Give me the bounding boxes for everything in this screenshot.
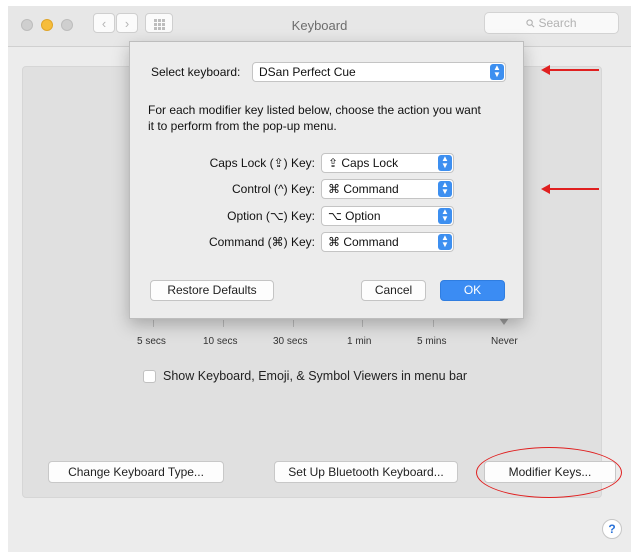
- slider-tick: [153, 320, 154, 327]
- red-arrow-annotation-middle: [541, 184, 599, 194]
- set-up-bluetooth-keyboard-button[interactable]: Set Up Bluetooth Keyboard...: [274, 461, 458, 483]
- search-placeholder: Search: [538, 16, 577, 30]
- slider-label-never: Never: [491, 336, 518, 347]
- cancel-button[interactable]: Cancel: [361, 280, 426, 301]
- slider-label-10-secs: 10 secs: [203, 336, 238, 347]
- slider-tick: [433, 320, 434, 327]
- caps-lock-key-label: Caps Lock (⇪) Key:: [209, 156, 315, 170]
- popup-arrows-icon: ▲ ▼: [438, 234, 452, 250]
- slider-label-5-mins: 5 mins: [417, 336, 447, 347]
- control-action-popup[interactable]: ⌘ Command ▲ ▼: [321, 179, 454, 199]
- caps-lock-action-value: ⇪ Caps Lock: [328, 156, 399, 170]
- slider-label-1-min: 1 min: [347, 336, 372, 347]
- select-keyboard-popup[interactable]: DSan Perfect Cue ▲ ▼: [252, 62, 506, 82]
- ok-button[interactable]: OK: [440, 280, 505, 301]
- command-action-popup[interactable]: ⌘ Command ▲ ▼: [321, 232, 454, 252]
- restore-defaults-button[interactable]: Restore Defaults: [150, 280, 274, 301]
- popup-arrows-icon: ▲ ▼: [438, 181, 452, 197]
- modifier-keys-sheet: Select keyboard: DSan Perfect Cue ▲ ▼ For…: [129, 41, 524, 319]
- help-button[interactable]: ?: [602, 519, 622, 539]
- control-action-value: ⌘ Command: [328, 182, 399, 196]
- option-action-value: ⌥ Option: [328, 209, 381, 223]
- control-key-label: Control (^) Key:: [232, 182, 315, 196]
- slider-label-30-secs: 30 secs: [273, 336, 308, 347]
- popup-arrows-icon: ▲ ▼: [438, 208, 452, 224]
- popup-arrows-icon: ▲ ▼: [490, 64, 504, 80]
- select-keyboard-label: Select keyboard:: [151, 65, 241, 79]
- search-field[interactable]: Search: [484, 12, 619, 34]
- select-keyboard-value: DSan Perfect Cue: [259, 65, 356, 79]
- command-action-value: ⌘ Command: [328, 235, 399, 249]
- instructions-text: For each modifier key listed below, choo…: [148, 103, 481, 133]
- slider-label-5-secs: 5 secs: [137, 336, 166, 347]
- option-action-popup[interactable]: ⌥ Option ▲ ▼: [321, 206, 454, 226]
- slider-knob[interactable]: [499, 318, 509, 325]
- slider-tick: [362, 320, 363, 327]
- popup-arrows-icon: ▲ ▼: [438, 155, 452, 171]
- command-key-label: Command (⌘) Key:: [208, 235, 315, 249]
- change-keyboard-type-button[interactable]: Change Keyboard Type...: [48, 461, 224, 483]
- search-icon: [526, 19, 535, 28]
- option-key-label: Option (⌥) Key:: [227, 209, 315, 223]
- slider-tick: [293, 320, 294, 327]
- show-viewers-checkbox[interactable]: [143, 370, 156, 383]
- slider-tick: [223, 320, 224, 327]
- show-viewers-label: Show Keyboard, Emoji, & Symbol Viewers i…: [163, 369, 468, 383]
- caps-lock-action-popup[interactable]: ⇪ Caps Lock ▲ ▼: [321, 153, 454, 173]
- red-arrow-annotation-top: [541, 65, 599, 75]
- red-ellipse-annotation: [476, 447, 622, 498]
